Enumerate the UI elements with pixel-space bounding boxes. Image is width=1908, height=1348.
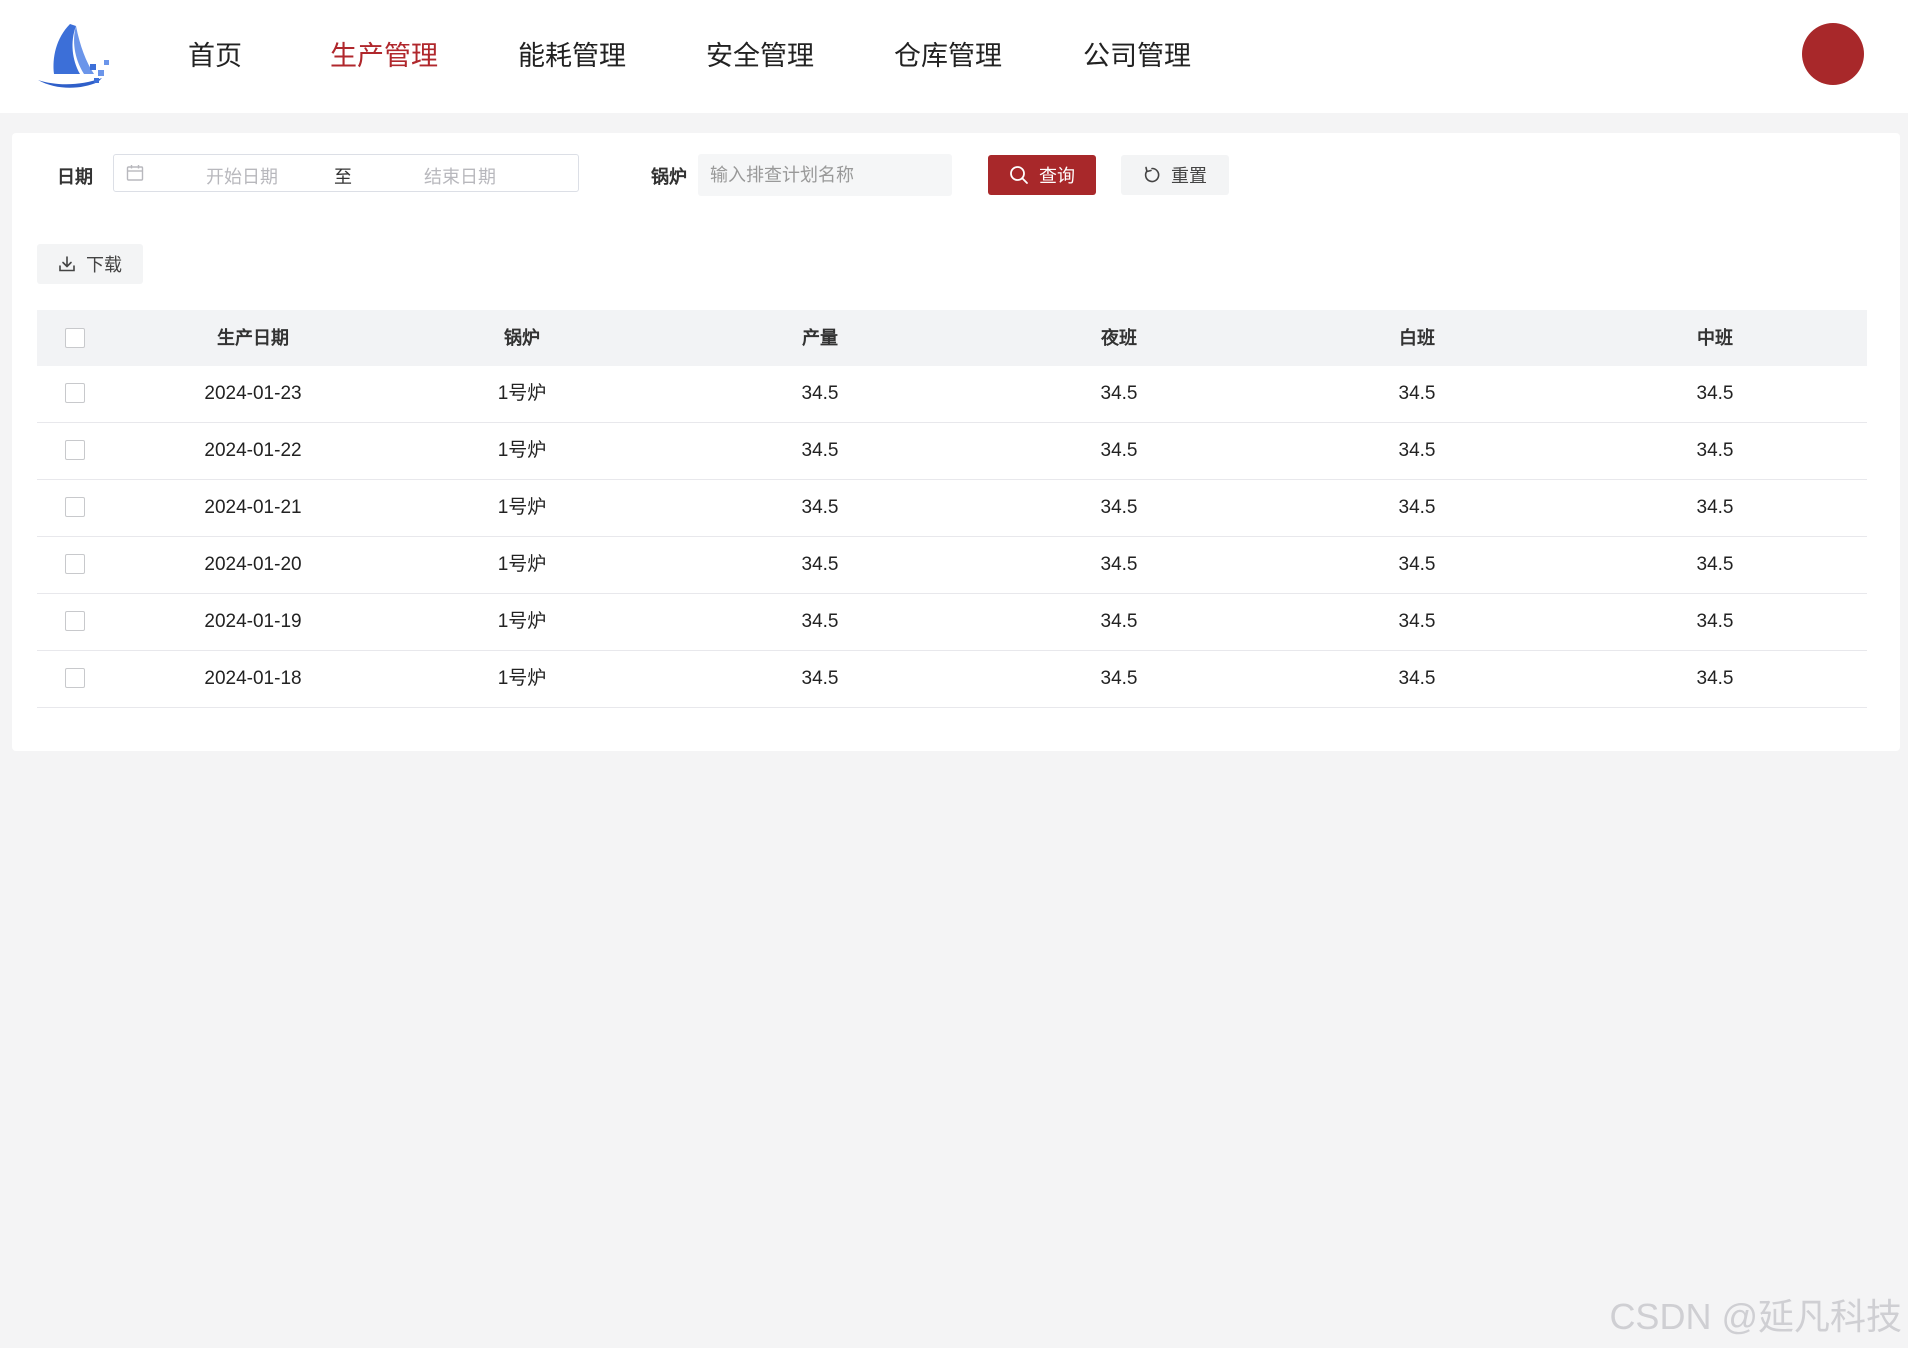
cell-output: 34.5 [801, 440, 839, 461]
reset-button-label: 重置 [1171, 166, 1207, 186]
boiler-label: 锅炉 [651, 167, 687, 187]
row-checkbox[interactable] [65, 440, 85, 460]
cell-middle-shift: 34.5 [1696, 440, 1734, 461]
search-icon [1010, 166, 1028, 184]
date-label: 日期 [57, 167, 93, 187]
cell-middle-shift: 34.5 [1696, 497, 1734, 518]
table-header: 生产日期 锅炉 产量 夜班 白班 中班 [37, 310, 1867, 366]
table-row[interactable]: 2024-01-19 1号炉 34.5 34.5 34.5 34.5 [37, 594, 1867, 651]
cell-night-shift: 34.5 [1100, 668, 1138, 689]
cell-output: 34.5 [801, 383, 839, 404]
cell-middle-shift: 34.5 [1696, 554, 1734, 575]
end-date-input[interactable]: 结束日期 [424, 163, 496, 189]
cell-day-shift: 34.5 [1398, 497, 1436, 518]
cell-output: 34.5 [801, 611, 839, 632]
boiler-search-input[interactable] [698, 154, 952, 196]
cell-date: 2024-01-21 [204, 497, 302, 518]
nav-warehouse[interactable]: 仓库管理 [894, 0, 1002, 113]
cell-night-shift: 34.5 [1100, 611, 1138, 632]
main-card: 日期 开始日期 至 结束日期 锅炉 查询 重置 下载 [12, 133, 1900, 751]
column-header-date: 生产日期 [217, 328, 289, 348]
cell-boiler: 1号炉 [497, 554, 547, 575]
cell-output: 34.5 [801, 554, 839, 575]
cell-date: 2024-01-19 [204, 611, 302, 632]
reset-button[interactable]: 重置 [1121, 155, 1229, 195]
cell-boiler: 1号炉 [497, 611, 547, 632]
select-all-checkbox[interactable] [65, 328, 85, 348]
date-range-picker[interactable]: 开始日期 至 结束日期 [113, 154, 579, 192]
cell-output: 34.5 [801, 668, 839, 689]
cell-day-shift: 34.5 [1398, 383, 1436, 404]
query-button-label: 查询 [1039, 166, 1075, 186]
cell-night-shift: 34.5 [1100, 497, 1138, 518]
row-checkbox[interactable] [65, 497, 85, 517]
table-row[interactable]: 2024-01-23 1号炉 34.5 34.5 34.5 34.5 [37, 366, 1867, 423]
column-header-output: 产量 [802, 328, 838, 348]
start-date-input[interactable]: 开始日期 [206, 163, 278, 189]
row-checkbox[interactable] [65, 383, 85, 403]
production-table: 生产日期 锅炉 产量 夜班 白班 中班 2024-01-23 1号炉 34.5 … [37, 310, 1867, 708]
cell-date: 2024-01-23 [204, 383, 302, 404]
cell-boiler: 1号炉 [497, 383, 547, 404]
cell-boiler: 1号炉 [497, 440, 547, 461]
cell-boiler: 1号炉 [497, 668, 547, 689]
cell-date: 2024-01-18 [204, 668, 302, 689]
top-header: 首页 生产管理 能耗管理 安全管理 仓库管理 公司管理 [0, 0, 1908, 113]
download-icon [59, 256, 75, 272]
cell-date: 2024-01-22 [204, 440, 302, 461]
cell-day-shift: 34.5 [1398, 440, 1436, 461]
column-header-day-shift: 白班 [1399, 328, 1435, 348]
download-button-label: 下载 [86, 255, 122, 275]
watermark: CSDN @延凡科技 [1609, 1296, 1902, 1337]
cell-middle-shift: 34.5 [1696, 668, 1734, 689]
cell-output: 34.5 [801, 497, 839, 518]
nav-production[interactable]: 生产管理 [330, 0, 438, 113]
column-header-middle-shift: 中班 [1697, 328, 1733, 348]
table-row[interactable]: 2024-01-22 1号炉 34.5 34.5 34.5 34.5 [37, 423, 1867, 480]
logo-icon[interactable] [36, 20, 112, 90]
table-row[interactable]: 2024-01-20 1号炉 34.5 34.5 34.5 34.5 [37, 537, 1867, 594]
table-row[interactable]: 2024-01-21 1号炉 34.5 34.5 34.5 34.5 [37, 480, 1867, 537]
nav-home[interactable]: 首页 [188, 0, 242, 113]
range-separator: 至 [334, 167, 352, 187]
nav-company[interactable]: 公司管理 [1083, 0, 1191, 113]
download-button[interactable]: 下载 [37, 244, 143, 284]
avatar[interactable] [1802, 23, 1864, 85]
column-header-night-shift: 夜班 [1101, 328, 1137, 348]
row-checkbox[interactable] [65, 611, 85, 631]
cell-date: 2024-01-20 [204, 554, 302, 575]
calendar-icon [126, 165, 144, 181]
cell-night-shift: 34.5 [1100, 440, 1138, 461]
cell-day-shift: 34.5 [1398, 611, 1436, 632]
refresh-icon [1144, 166, 1160, 183]
table-row[interactable]: 2024-01-18 1号炉 34.5 34.5 34.5 34.5 [37, 651, 1867, 708]
row-checkbox[interactable] [65, 668, 85, 688]
cell-day-shift: 34.5 [1398, 668, 1436, 689]
cell-middle-shift: 34.5 [1696, 383, 1734, 404]
cell-night-shift: 34.5 [1100, 554, 1138, 575]
cell-day-shift: 34.5 [1398, 554, 1436, 575]
nav-safety[interactable]: 安全管理 [706, 0, 814, 113]
cell-middle-shift: 34.5 [1696, 611, 1734, 632]
column-header-boiler: 锅炉 [504, 328, 540, 348]
row-checkbox[interactable] [65, 554, 85, 574]
query-button[interactable]: 查询 [988, 155, 1096, 195]
cell-boiler: 1号炉 [497, 497, 547, 518]
cell-night-shift: 34.5 [1100, 383, 1138, 404]
nav-energy[interactable]: 能耗管理 [518, 0, 626, 113]
